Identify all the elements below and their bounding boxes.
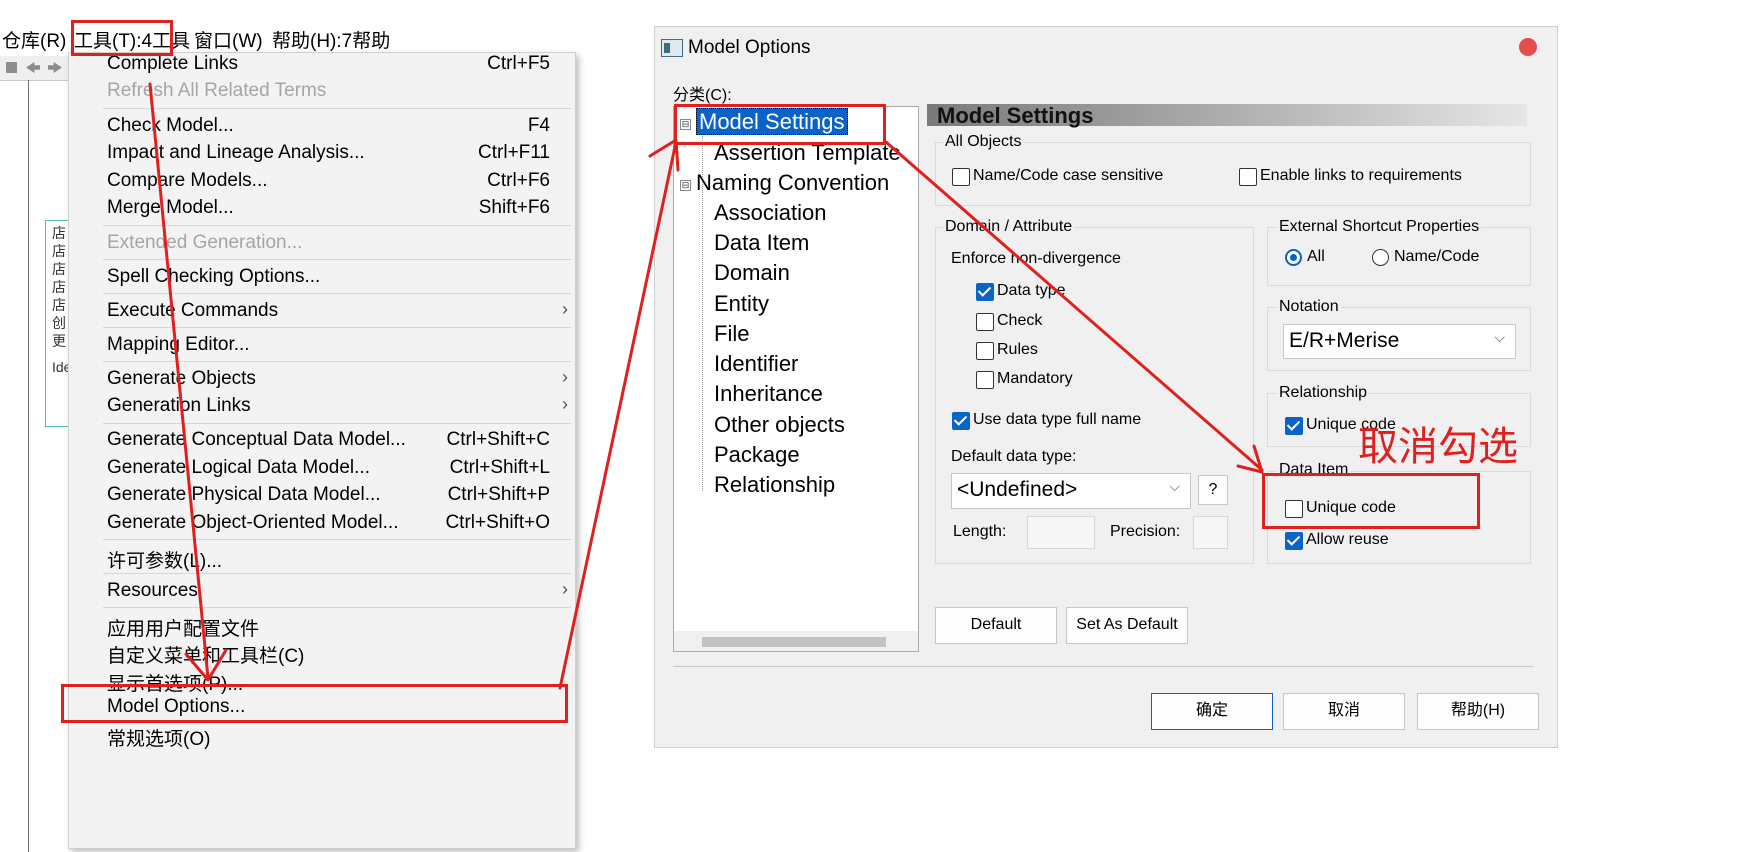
annotation-arrows: [148, 82, 1264, 690]
arrow-line: [148, 82, 210, 680]
arrow-line: [558, 140, 678, 690]
arrow-line: [884, 140, 1264, 472]
